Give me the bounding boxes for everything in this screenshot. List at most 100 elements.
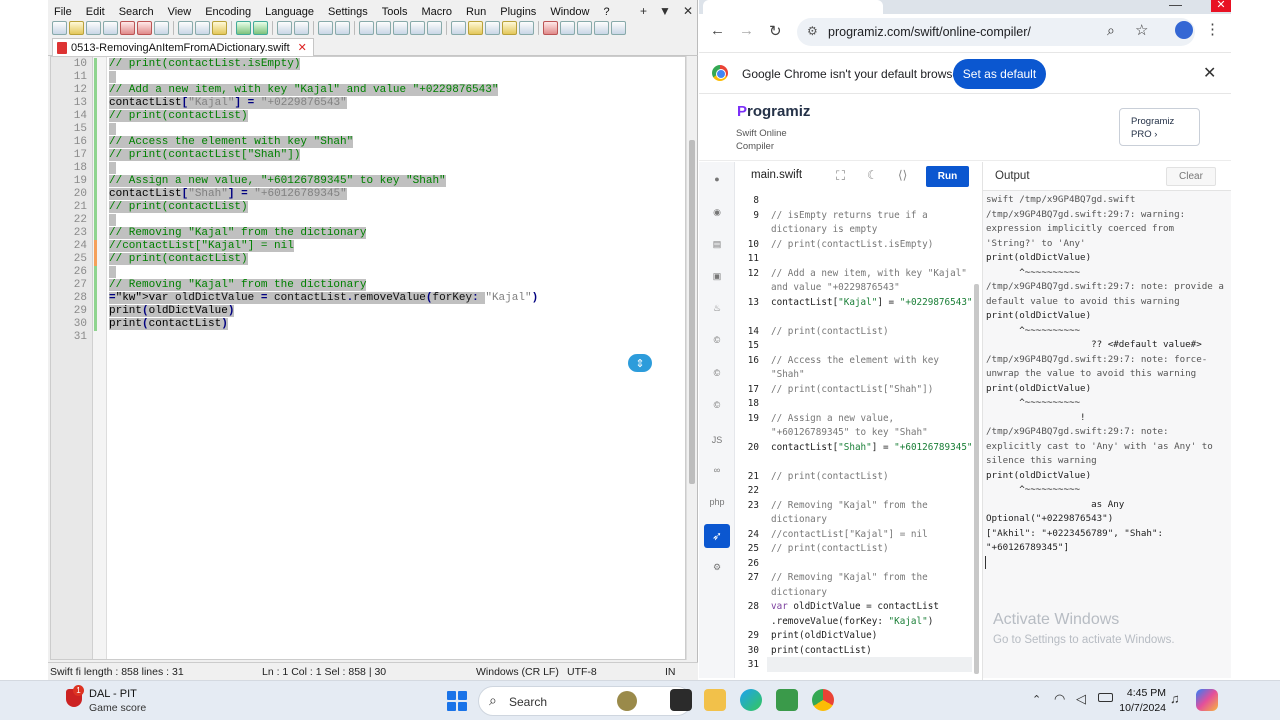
main-swift-tab[interactable]: main.swift	[751, 169, 802, 181]
show-all-chars-icon[interactable]	[410, 21, 425, 35]
code-scrollbar[interactable]	[974, 194, 980, 674]
npp-tab-list-button[interactable]: ▼	[659, 4, 671, 18]
undo-icon[interactable]	[236, 21, 251, 35]
r-lang-icon[interactable]: ◉	[707, 202, 727, 222]
kebab-menu-icon[interactable]: ⋮	[1205, 20, 1220, 38]
save-all-icon[interactable]	[103, 21, 118, 35]
doc-map-icon[interactable]	[468, 21, 483, 35]
minimize-icon[interactable]: —	[1169, 0, 1182, 12]
dark-mode-icon[interactable]: ☾	[867, 168, 878, 182]
lang-icon[interactable]	[451, 21, 466, 35]
volume-icon[interactable]: ◁	[1076, 691, 1086, 707]
play-macro-icon[interactable]	[577, 21, 592, 35]
taskbar-search[interactable]: ⌕ Search	[478, 686, 692, 716]
output-panel[interactable]: Activate Windows Go to Settings to activ…	[983, 190, 1231, 678]
npp-scroll-thumb[interactable]	[689, 140, 695, 484]
site-info-icon[interactable]: ⚙	[807, 24, 818, 38]
monitoring-icon[interactable]	[519, 21, 534, 35]
widget-subtitle[interactable]: Game score	[89, 702, 146, 714]
fullscreen-icon[interactable]: ⛶	[836, 168, 845, 184]
new-file-icon[interactable]	[52, 21, 67, 35]
code-scroll-thumb[interactable]	[974, 284, 979, 674]
profile-avatar-icon[interactable]	[1175, 21, 1193, 39]
zoom-out-icon[interactable]	[335, 21, 350, 35]
widget-title[interactable]: DAL - PIT	[89, 688, 137, 700]
battery-icon[interactable]	[1098, 693, 1113, 702]
output-line: print(oldDictValue)	[986, 382, 1092, 394]
html-icon[interactable]: ▣	[707, 266, 727, 286]
clock-time[interactable]: 4:45 PM	[1124, 687, 1166, 699]
copy-icon[interactable]	[195, 21, 210, 35]
bookmark-star-icon[interactable]: ☆	[1135, 21, 1148, 39]
copilot-icon[interactable]	[1196, 689, 1218, 711]
npp-vertical-scrollbar[interactable]	[686, 56, 697, 660]
word-wrap-icon[interactable]	[393, 21, 408, 35]
tab-close-icon[interactable]: ✕	[298, 41, 307, 54]
infobar-close-icon[interactable]: ✕	[1203, 63, 1216, 83]
java-icon[interactable]: ♨	[707, 298, 727, 318]
npp-new-tab-button[interactable]: +	[640, 4, 647, 18]
sync-horizontal-icon[interactable]	[376, 21, 391, 35]
notifications-bell-icon[interactable]: ♫	[1170, 691, 1180, 706]
forward-icon[interactable]: →	[739, 22, 754, 39]
start-windows-icon[interactable]	[447, 691, 467, 711]
replace-icon[interactable]	[294, 21, 309, 35]
javascript-icon[interactable]: JS	[707, 430, 727, 450]
sql-icon[interactable]: ▤	[707, 234, 727, 254]
npp-editor[interactable]: 10 11 12 13 14 15 16 17 18 19 20 21 22 23 24 25 26 27 28 29…	[50, 56, 686, 660]
share-icon[interactable]: ⟨⟩	[898, 168, 907, 182]
programiz-pro-button[interactable]: Programiz PRO ›	[1119, 108, 1200, 146]
npp-close-doc-button[interactable]: ✕	[683, 4, 693, 18]
zoom-icon[interactable]: ⌕	[1107, 22, 1115, 39]
open-file-icon[interactable]	[69, 21, 84, 35]
python-icon[interactable]: ●	[707, 169, 727, 189]
window-close-icon[interactable]: ✕	[1211, 0, 1231, 12]
wifi-icon[interactable]: ◠	[1054, 691, 1065, 707]
rust-icon[interactable]: ⚙	[707, 557, 727, 577]
chrome-taskbar-icon[interactable]	[812, 689, 834, 711]
save-macro-icon[interactable]	[611, 21, 626, 35]
chrome-active-tab[interactable]	[703, 0, 883, 14]
function-list-icon[interactable]	[485, 21, 500, 35]
clock-date[interactable]: 10/7/2024	[1116, 702, 1166, 714]
find-icon[interactable]	[277, 21, 292, 35]
record-macro-icon[interactable]	[543, 21, 558, 35]
close-all-icon[interactable]	[137, 21, 152, 35]
paste-icon[interactable]	[212, 21, 227, 35]
close-file-icon[interactable]	[120, 21, 135, 35]
edge-icon[interactable]	[740, 689, 762, 711]
stop-macro-icon[interactable]	[560, 21, 575, 35]
go-lang-icon[interactable]: ∞	[707, 460, 727, 480]
back-icon[interactable]: ←	[710, 22, 725, 39]
cpp-icon[interactable]: ©	[707, 363, 727, 383]
editor-code-line	[771, 484, 977, 499]
set-as-default-button[interactable]: Set as default	[953, 59, 1046, 89]
reload-icon[interactable]: ↻	[769, 22, 782, 40]
programiz-code-editor[interactable]: 8 9 // isEmpty returns true if a dictiona…	[735, 192, 982, 678]
address-bar[interactable]: ⚙ programiz.com/swift/online-compiler/ ⌕…	[797, 18, 1195, 46]
csharp-icon[interactable]: ©	[707, 395, 727, 415]
cut-icon[interactable]	[178, 21, 193, 35]
file-explorer-icon[interactable]	[704, 689, 726, 711]
code-line: // Add a new item, with key "Kajal" and …	[109, 84, 499, 96]
swift-icon[interactable]: ➶	[704, 524, 730, 548]
c-lang-icon[interactable]: ©	[707, 330, 727, 350]
notepadpp-taskbar-icon[interactable]	[776, 689, 798, 711]
redo-icon[interactable]	[253, 21, 268, 35]
clear-button[interactable]: Clear	[1166, 167, 1216, 186]
folder-workspace-icon[interactable]	[502, 21, 517, 35]
programiz-logo[interactable]: Programiz	[737, 103, 810, 120]
show-hidden-icons-icon[interactable]: ⌃	[1032, 693, 1041, 706]
php-icon[interactable]: php	[707, 492, 727, 512]
run-button[interactable]: Run	[926, 166, 969, 187]
zoom-in-icon[interactable]	[318, 21, 333, 35]
run-macro-multiple-icon[interactable]	[594, 21, 609, 35]
floating-swap-icon[interactable]: ⇕	[628, 354, 652, 372]
sync-vertical-icon[interactable]	[359, 21, 374, 35]
npp-file-tab[interactable]: 0513-RemovingAnItemFromADictionary.swift…	[52, 38, 314, 56]
url-text[interactable]: programiz.com/swift/online-compiler/	[828, 25, 1031, 39]
print-icon[interactable]	[154, 21, 169, 35]
indent-guide-icon[interactable]	[427, 21, 442, 35]
save-icon[interactable]	[86, 21, 101, 35]
task-view-icon[interactable]	[670, 689, 692, 711]
